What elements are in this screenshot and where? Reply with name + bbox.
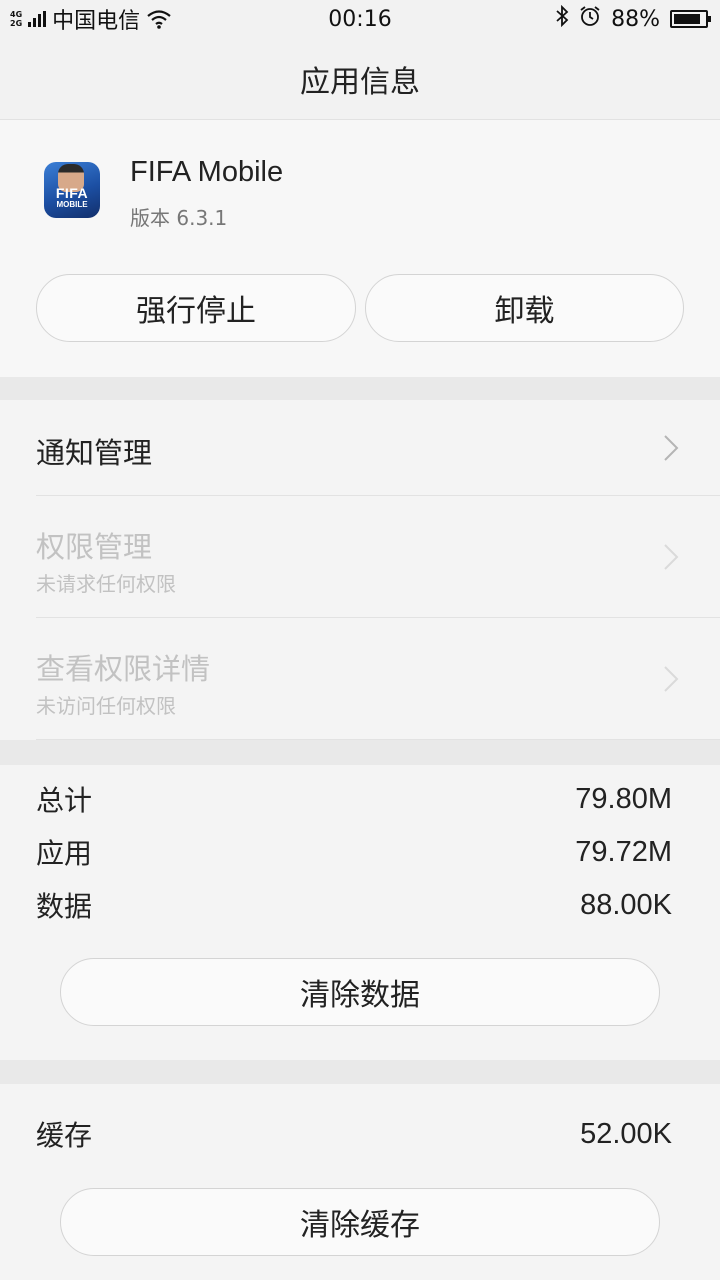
- notification-management-row[interactable]: 通知管理: [0, 400, 720, 496]
- permission-management-row: 权限管理 未请求任何权限: [0, 496, 720, 618]
- storage-data-row: 数据 88.00K: [36, 885, 672, 925]
- storage-data-value: 88.00K: [580, 888, 672, 921]
- cache-row: 缓存 52.00K: [36, 1114, 672, 1154]
- section-divider: [0, 1060, 720, 1084]
- chevron-right-icon: [664, 435, 679, 461]
- storage-app-value: 79.72M: [575, 835, 672, 868]
- storage-section: 总计 79.80M 应用 79.72M 数据 88.00K 清除数据: [0, 765, 720, 1060]
- app-name: FIFA Mobile: [130, 156, 284, 188]
- network-type-bottom: 2G: [10, 19, 23, 28]
- battery-percent: 88%: [611, 6, 660, 32]
- clear-data-button[interactable]: 清除数据: [60, 958, 660, 1026]
- permission-management-label: 权限管理: [36, 530, 153, 564]
- bluetooth-icon: [555, 4, 569, 33]
- section-divider: [0, 740, 720, 765]
- cache-section: 缓存 52.00K 清除缓存: [0, 1084, 720, 1280]
- carrier-name: 中国电信: [52, 9, 141, 34]
- permission-management-subtitle: 未请求任何权限: [36, 572, 176, 596]
- alarm-icon: [579, 5, 601, 33]
- storage-app-row: 应用 79.72M: [36, 832, 672, 872]
- storage-data-label: 数据: [36, 890, 93, 923]
- network-type-top: 4G: [10, 10, 23, 19]
- signal-icon: [28, 11, 47, 27]
- status-right: 88%: [555, 4, 711, 33]
- notification-management-label: 通知管理: [36, 436, 153, 470]
- cache-value: 52.00K: [580, 1117, 672, 1150]
- title-bar: 应用信息: [0, 38, 720, 120]
- storage-app-label: 应用: [36, 837, 93, 870]
- status-left: 4G 2G 中国电信: [10, 3, 172, 35]
- app-icon-logo: FIFA: [55, 185, 89, 201]
- storage-total-value: 79.80M: [575, 782, 672, 815]
- clear-cache-button[interactable]: 清除缓存: [60, 1188, 660, 1256]
- cache-label: 缓存: [36, 1119, 93, 1152]
- storage-total-label: 总计: [36, 784, 93, 817]
- app-icon-logo-sub: MOBILE: [56, 200, 88, 209]
- permission-details-label: 查看权限详情: [36, 652, 211, 686]
- network-type-icon: 4G 2G: [10, 10, 22, 28]
- status-bar: 4G 2G 中国电信 00:16 88%: [0, 0, 720, 38]
- battery-icon: [670, 10, 711, 28]
- chevron-right-icon: [664, 544, 679, 570]
- uninstall-button[interactable]: 卸载: [365, 274, 684, 342]
- app-card: FIFA MOBILE FIFA Mobile 版本 6.3.1 强行停止 卸载: [0, 120, 720, 377]
- app-icon: FIFA MOBILE: [44, 162, 100, 218]
- settings-list: 通知管理 权限管理 未请求任何权限 查看权限详情 未访问任何权限: [0, 400, 720, 740]
- section-divider: [0, 377, 720, 400]
- permission-details-subtitle: 未访问任何权限: [36, 694, 176, 718]
- storage-total-row: 总计 79.80M: [36, 779, 672, 819]
- page-title: 应用信息: [300, 64, 420, 100]
- wifi-icon: [146, 9, 172, 29]
- permission-details-row: 查看权限详情 未访问任何权限: [0, 618, 720, 740]
- app-version: 版本 6.3.1: [130, 206, 228, 230]
- force-stop-button[interactable]: 强行停止: [36, 274, 356, 342]
- battery-fill: [674, 14, 701, 24]
- chevron-right-icon: [664, 666, 679, 692]
